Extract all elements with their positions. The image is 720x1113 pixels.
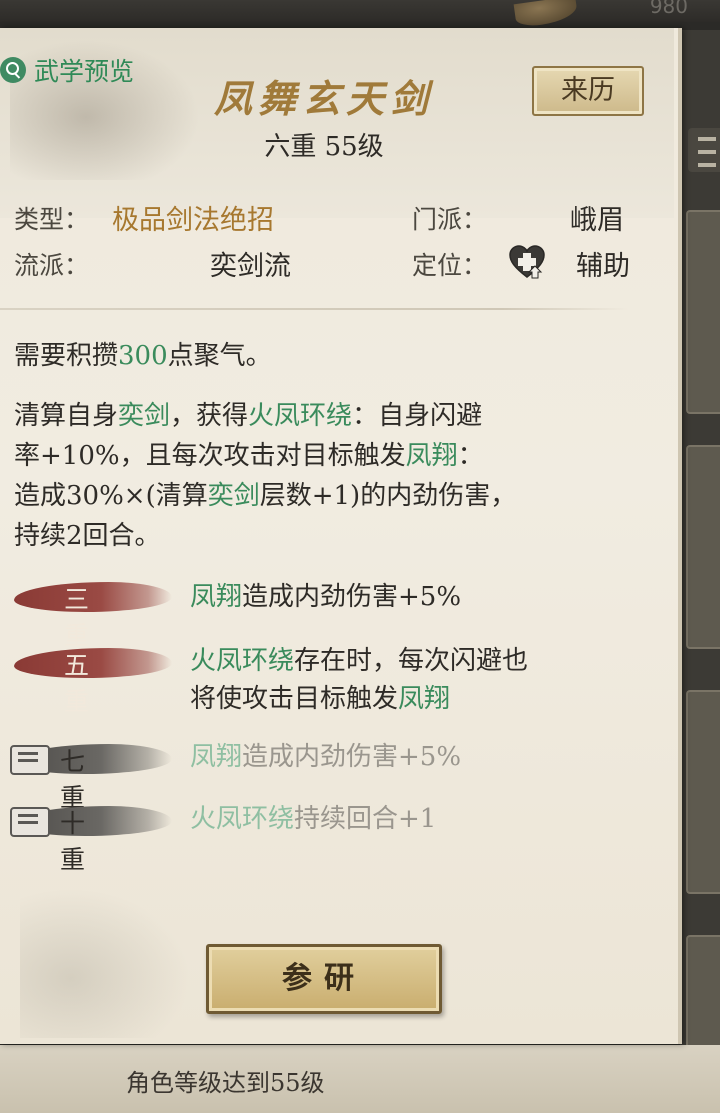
heart-plus-icon <box>509 245 545 279</box>
side-slot[interactable] <box>686 690 720 894</box>
origin-button[interactable]: 来历 <box>532 66 644 116</box>
skill-preview-card: 武学预览 凤舞玄天剑 来历 六重 55级 类型： 极品剑法绝招 门派： 峨眉 流… <box>0 28 682 1044</box>
tier-description: 火凤环绕存在时，每次闪避也 将使攻击目标触发凤翔 <box>190 646 529 714</box>
sect-label: 门派： <box>412 205 488 234</box>
type-label: 类型： <box>14 205 90 234</box>
tier-label: 五重 <box>64 651 94 716</box>
side-slot[interactable] <box>686 210 720 414</box>
role-label: 定位： <box>412 251 488 280</box>
tier-description: 凤翔造成内劲伤害+5% <box>190 742 462 772</box>
school-value: 奕剑流 <box>210 251 291 282</box>
energy-requirement: 需要积攒300点聚气。 <box>14 341 272 371</box>
role-value: 辅助 <box>576 251 630 282</box>
lock-icon <box>10 807 50 837</box>
bamboo-decoration <box>20 888 190 1038</box>
leaf-decoration <box>513 0 579 29</box>
menu-icon[interactable] <box>688 128 720 172</box>
side-slot[interactable] <box>686 935 720 1049</box>
research-button[interactable]: 参研 <box>206 944 442 1014</box>
top-bar: 980 <box>0 0 720 22</box>
sect-value: 峨眉 <box>570 205 624 236</box>
tier-description: 凤翔造成内劲伤害+5% <box>190 582 462 612</box>
lock-icon <box>10 745 50 775</box>
tier-label: 十重 <box>60 809 90 874</box>
level-requirement: 角色等级达到55级 <box>126 1069 325 1097</box>
currency-count: 980 <box>649 0 688 18</box>
tier-label: 三重 <box>64 585 94 650</box>
school-label: 流派： <box>14 251 90 280</box>
skill-description: 清算自身奕剑，获得火凤环绕：自身闪避 率+10%，且每次攻击对目标触发凤翔： 造… <box>14 401 517 551</box>
tier-description: 火凤环绕持续回合+1 <box>190 804 437 834</box>
type-value: 极品剑法绝招 <box>112 205 274 236</box>
divider <box>0 308 628 310</box>
footer-bar: 角色等级达到55级 <box>0 1045 720 1113</box>
side-slot[interactable] <box>686 445 720 649</box>
skill-level: 六重 55级 <box>264 132 384 162</box>
